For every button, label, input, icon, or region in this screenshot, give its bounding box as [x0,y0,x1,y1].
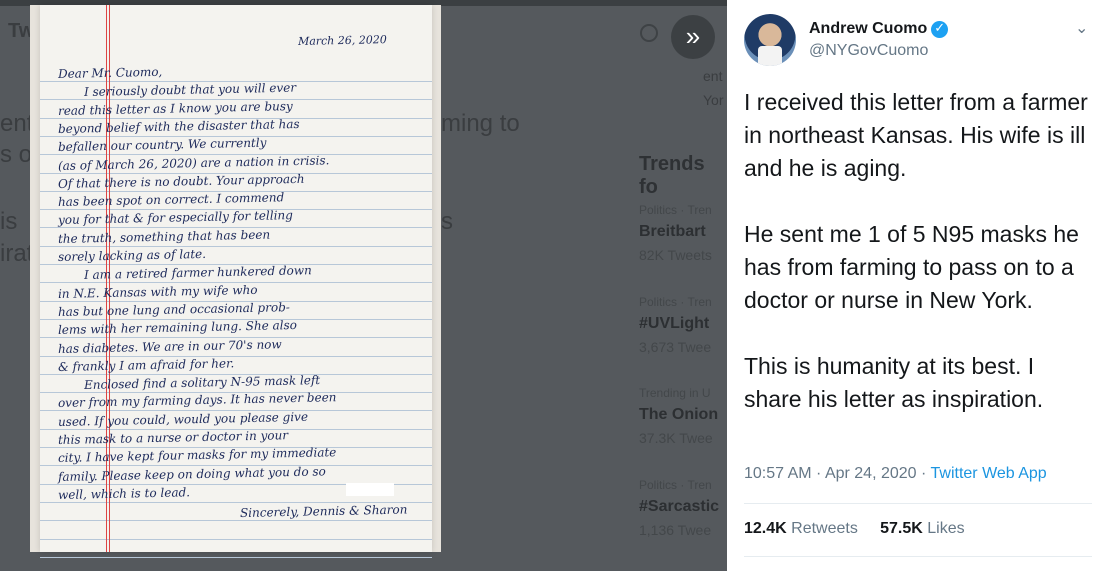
letter-line: & frankly I am afraid for her. [57,356,235,374]
handwritten-letter: March 26, 2020 Dear Mr. Cuomo, I seriousl… [40,5,432,558]
author-handle[interactable]: @NYGovCuomo [809,42,928,60]
letter-line: sorely lacking as of late. [57,246,207,264]
letter-line: used. If you could, would you please giv… [57,409,309,429]
trends-heading: Trends fo [639,153,705,198]
ruled-line [40,556,432,558]
divider [744,503,1092,504]
tweet-panel: Andrew Cuomo @NYGovCuomo ⌄ I received th… [727,0,1109,571]
letter-line: Enclosed find a solitary N-95 mask left [83,373,321,393]
redaction-box [346,483,394,496]
letter-line: Sincerely, Dennis & Sharon [239,502,408,521]
author-row: Andrew Cuomo [809,20,949,38]
letter-line: family. Please keep on doing what you do… [57,463,326,484]
tweet-stats: 12.4K Retweets 57.5K Likes [744,520,965,538]
letter-line: befallen our country. We currently [57,135,267,155]
letter-line: this mask to a nurse or doctor in your [57,428,289,447]
ruled-line [40,538,432,540]
verified-badge-icon [931,20,949,38]
retweets-stat[interactable]: 12.4K Retweets [744,520,858,537]
letter-date: March 26, 2020 [297,33,387,48]
background-text: ent [703,68,723,84]
letter-line: has been spot on correct. I commend [57,190,285,210]
background-text: is [0,208,18,235]
background-text: ming to [441,110,520,137]
retweets-label: Retweets [791,520,858,537]
letter-line: has diabetes. We are in our 70's now [57,336,282,356]
letter-line: has but one lung and occasional prob- [57,300,291,319]
letter-line: Of that there is no doubt. Your approach [57,171,305,191]
letter-line: over from my farming days. It has never … [57,390,337,411]
letter-line: lems with her remaining lung. She also [57,318,298,338]
author-name[interactable]: Andrew Cuomo [809,20,927,38]
letter-line: (as of March 26, 2020) are a nation in c… [57,152,330,173]
divider [744,556,1092,557]
letter-line: I seriously doubt that you will ever [83,80,297,100]
tweet-source-link[interactable]: Twitter Web App [931,465,1047,482]
likes-count: 57.5K [880,520,923,537]
letter-line: you for that & for especially for tellin… [57,208,294,228]
background-text: s [441,208,453,235]
letter-line: in N.E. Kansas with my wife who [57,282,258,301]
background-text: ent [0,110,34,137]
ruled-line [40,355,432,357]
tweet-timestamp[interactable]: 10:57 AM · Apr 24, 2020 · [744,465,931,482]
avatar[interactable] [744,14,796,66]
tweet-meta: 10:57 AM · Apr 24, 2020 · Twitter Web Ap… [744,465,1047,483]
search-icon [640,24,658,42]
likes-label: Likes [927,520,965,537]
letter-photo[interactable]: March 26, 2020 Dear Mr. Cuomo, I seriousl… [30,5,441,558]
retweets-count: 12.4K [744,520,787,537]
likes-stat[interactable]: 57.5K Likes [880,520,965,537]
letter-line: read this letter as I know you are busy [57,98,293,118]
letter-line: city. I have kept four masks for my imme… [57,445,337,466]
ruled-line [40,245,432,247]
chevron-down-icon[interactable]: ⌄ [1075,18,1088,38]
trends-panel: Trends fo Politics · Tren Breitbart 82K … [628,135,727,571]
ruled-line [40,520,432,522]
letter-line: I am a retired farmer hunkered down [83,263,312,283]
letter-line: beyond belief with the disaster that has [57,116,300,136]
expand-icon[interactable]: » [671,15,715,59]
tweet-text: I received this letter from a farmer in … [744,89,1088,412]
letter-line: well, which is to lead. [57,485,191,502]
letter-line: the truth, something that has been [57,227,271,246]
background-text: irat [0,240,34,267]
background-text: Yor [703,92,724,108]
letter-line: Dear Mr. Cuomo, [57,64,163,81]
